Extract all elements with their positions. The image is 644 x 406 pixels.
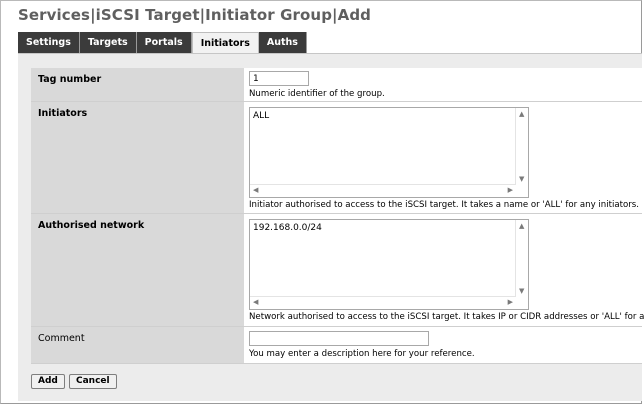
initiators-label: Initiators bbox=[31, 102, 244, 213]
comment-hint: You may enter a description here for you… bbox=[249, 349, 475, 359]
up-arrow-icon[interactable]: ▲ bbox=[519, 223, 524, 230]
tag-number-label: Tag number bbox=[31, 68, 244, 101]
tab-auths[interactable]: Auths bbox=[258, 32, 307, 53]
network-vertical-scrollbar[interactable]: ▲ ▼ bbox=[515, 220, 528, 297]
initiators-textarea[interactable]: ALL ▲ ▼ ◀ ▶ bbox=[249, 107, 529, 198]
initiators-vertical-scrollbar[interactable]: ▲ ▼ bbox=[515, 108, 528, 185]
add-button[interactable]: Add bbox=[31, 374, 65, 389]
tab-targets[interactable]: Targets bbox=[79, 32, 137, 53]
right-arrow-icon[interactable]: ▶ bbox=[508, 299, 513, 306]
form-panel: Tag number Numeric identifier of the gro… bbox=[18, 53, 644, 401]
comment-row: Comment You may enter a description here… bbox=[31, 327, 642, 364]
tab-settings[interactable]: Settings bbox=[18, 32, 80, 53]
initiators-hint: Initiator authorised to access to the iS… bbox=[249, 200, 640, 210]
tag-number-hint: Numeric identifier of the group. bbox=[249, 89, 385, 99]
tag-number-row: Tag number Numeric identifier of the gro… bbox=[31, 68, 642, 102]
comment-input[interactable] bbox=[249, 331, 429, 346]
right-arrow-icon[interactable]: ▶ bbox=[508, 187, 513, 194]
initiators-value: ALL bbox=[253, 111, 270, 121]
authorised-network-row: Authorised network 192.168.0.0/24 ▲ ▼ ◀ … bbox=[31, 214, 644, 327]
initiators-field-cell: ALL ▲ ▼ ◀ ▶ Initiator authorised to acce… bbox=[244, 102, 642, 213]
authorised-network-hint: Network authorised to access to the iSCS… bbox=[249, 312, 644, 322]
tab-bar: Settings Targets Portals Initiators Auth… bbox=[18, 32, 307, 53]
tab-initiators[interactable]: Initiators bbox=[191, 32, 259, 53]
up-arrow-icon[interactable]: ▲ bbox=[519, 111, 524, 118]
initiators-row: Initiators ALL ▲ ▼ ◀ ▶ Initiator authori… bbox=[31, 102, 642, 214]
left-arrow-icon[interactable]: ◀ bbox=[253, 187, 258, 194]
tag-number-field-cell: Numeric identifier of the group. bbox=[244, 68, 642, 101]
page-title: Services|iSCSI Target|Initiator Group|Ad… bbox=[18, 6, 372, 24]
authorised-network-label: Authorised network bbox=[31, 214, 244, 326]
tag-number-input[interactable] bbox=[249, 71, 309, 86]
tab-portals[interactable]: Portals bbox=[136, 32, 192, 53]
network-horizontal-scrollbar[interactable]: ◀ ▶ bbox=[250, 296, 516, 309]
comment-field-cell: You may enter a description here for you… bbox=[244, 327, 642, 363]
comment-label: Comment bbox=[31, 327, 244, 363]
down-arrow-icon[interactable]: ▼ bbox=[519, 288, 524, 295]
cancel-button[interactable]: Cancel bbox=[69, 374, 117, 389]
authorised-network-field-cell: 192.168.0.0/24 ▲ ▼ ◀ ▶ Network authorise… bbox=[244, 214, 644, 326]
down-arrow-icon[interactable]: ▼ bbox=[519, 176, 524, 183]
initiators-horizontal-scrollbar[interactable]: ◀ ▶ bbox=[250, 184, 516, 197]
authorised-network-value: 192.168.0.0/24 bbox=[253, 223, 322, 233]
authorised-network-textarea[interactable]: 192.168.0.0/24 ▲ ▼ ◀ ▶ bbox=[249, 219, 529, 310]
left-arrow-icon[interactable]: ◀ bbox=[253, 299, 258, 306]
